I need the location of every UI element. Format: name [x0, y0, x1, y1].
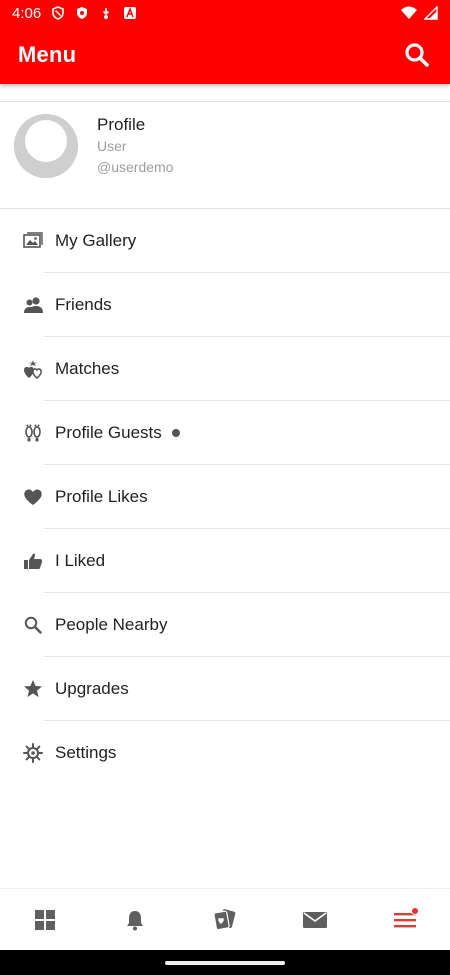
nav-cards-button[interactable]	[195, 895, 255, 945]
nav-messages-button[interactable]	[285, 895, 345, 945]
bottom-nav	[0, 888, 450, 950]
home-gesture-handle[interactable]	[165, 960, 285, 965]
menu-item-my-gallery[interactable]: My Gallery	[0, 209, 450, 273]
status-right-icons	[400, 6, 438, 20]
status-left-icons	[51, 6, 137, 20]
profile-handle: @userdemo	[97, 159, 174, 175]
menu-item-profile-guests[interactable]: Profile Guests	[0, 401, 450, 465]
nav-dashboard-button[interactable]	[15, 895, 75, 945]
profile-name: Profile	[97, 115, 146, 134]
star-icon	[22, 678, 44, 700]
menu-item-label: Profile Guests	[55, 423, 162, 442]
nav-notifications-button[interactable]	[105, 895, 165, 945]
menu-item-label: My Gallery	[55, 231, 137, 250]
menu-item-label: People Nearby	[55, 615, 168, 634]
notification-dot	[411, 906, 419, 915]
menu-item-people-nearby[interactable]: People Nearby	[0, 593, 450, 657]
profile-card[interactable]: Profile User @userdemo	[0, 102, 450, 190]
menu-list: My Gallery Friends Matches Profile Guest…	[0, 209, 450, 785]
mail-icon	[303, 911, 327, 928]
profile-info: Profile User @userdemo	[97, 114, 173, 178]
menu-item-friends[interactable]: Friends	[0, 273, 450, 337]
menu-item-label: Settings	[55, 743, 117, 762]
default-avatar-icon	[14, 114, 78, 178]
notification-dot	[171, 429, 180, 437]
avatar	[14, 114, 78, 178]
profile-role: User	[97, 138, 127, 154]
menu-item-upgrades[interactable]: Upgrades	[0, 657, 450, 721]
heart-icon	[22, 486, 44, 508]
shield-badge-icon	[77, 7, 88, 19]
gallery-icon	[22, 230, 44, 252]
bell-icon	[127, 910, 143, 930]
thumbs-up-icon	[22, 550, 44, 572]
menu-item-i-liked[interactable]: I Liked	[0, 529, 450, 593]
app-bar: Menu	[0, 26, 450, 84]
menu-item-label: Matches	[55, 359, 120, 378]
menu-item-label: I Liked	[55, 551, 106, 570]
nav-menu-button[interactable]	[375, 895, 435, 945]
search-icon	[22, 614, 44, 636]
menu-item-label: Profile Likes	[55, 487, 148, 506]
search-button[interactable]	[402, 40, 432, 70]
grid-icon	[35, 909, 55, 930]
app-screen: 4:06 Menu Profile User @userdemo My Gall…	[0, 0, 450, 975]
signal-icon	[424, 6, 438, 20]
wifi-icon	[401, 6, 417, 19]
cards-icon	[213, 908, 236, 930]
menu-item-label: Friends	[55, 295, 112, 314]
status-time: 4:06	[12, 4, 42, 22]
shield-icon	[52, 6, 65, 20]
menu-item-settings[interactable]: Settings	[0, 721, 450, 785]
matches-icon	[22, 358, 44, 380]
search-icon	[405, 43, 429, 67]
friends-icon	[22, 294, 44, 316]
status-bar: 4:06	[0, 0, 450, 26]
app-icon	[124, 6, 137, 19]
menu-item-profile-likes[interactable]: Profile Likes	[0, 465, 450, 529]
download-icon	[103, 8, 110, 19]
page-title: Menu	[18, 42, 77, 67]
gear-icon	[22, 742, 44, 764]
footprints-icon	[22, 422, 44, 444]
menu-item-matches[interactable]: Matches	[0, 337, 450, 401]
system-gesture-bar	[0, 950, 450, 975]
menu-item-label: Upgrades	[55, 679, 129, 698]
